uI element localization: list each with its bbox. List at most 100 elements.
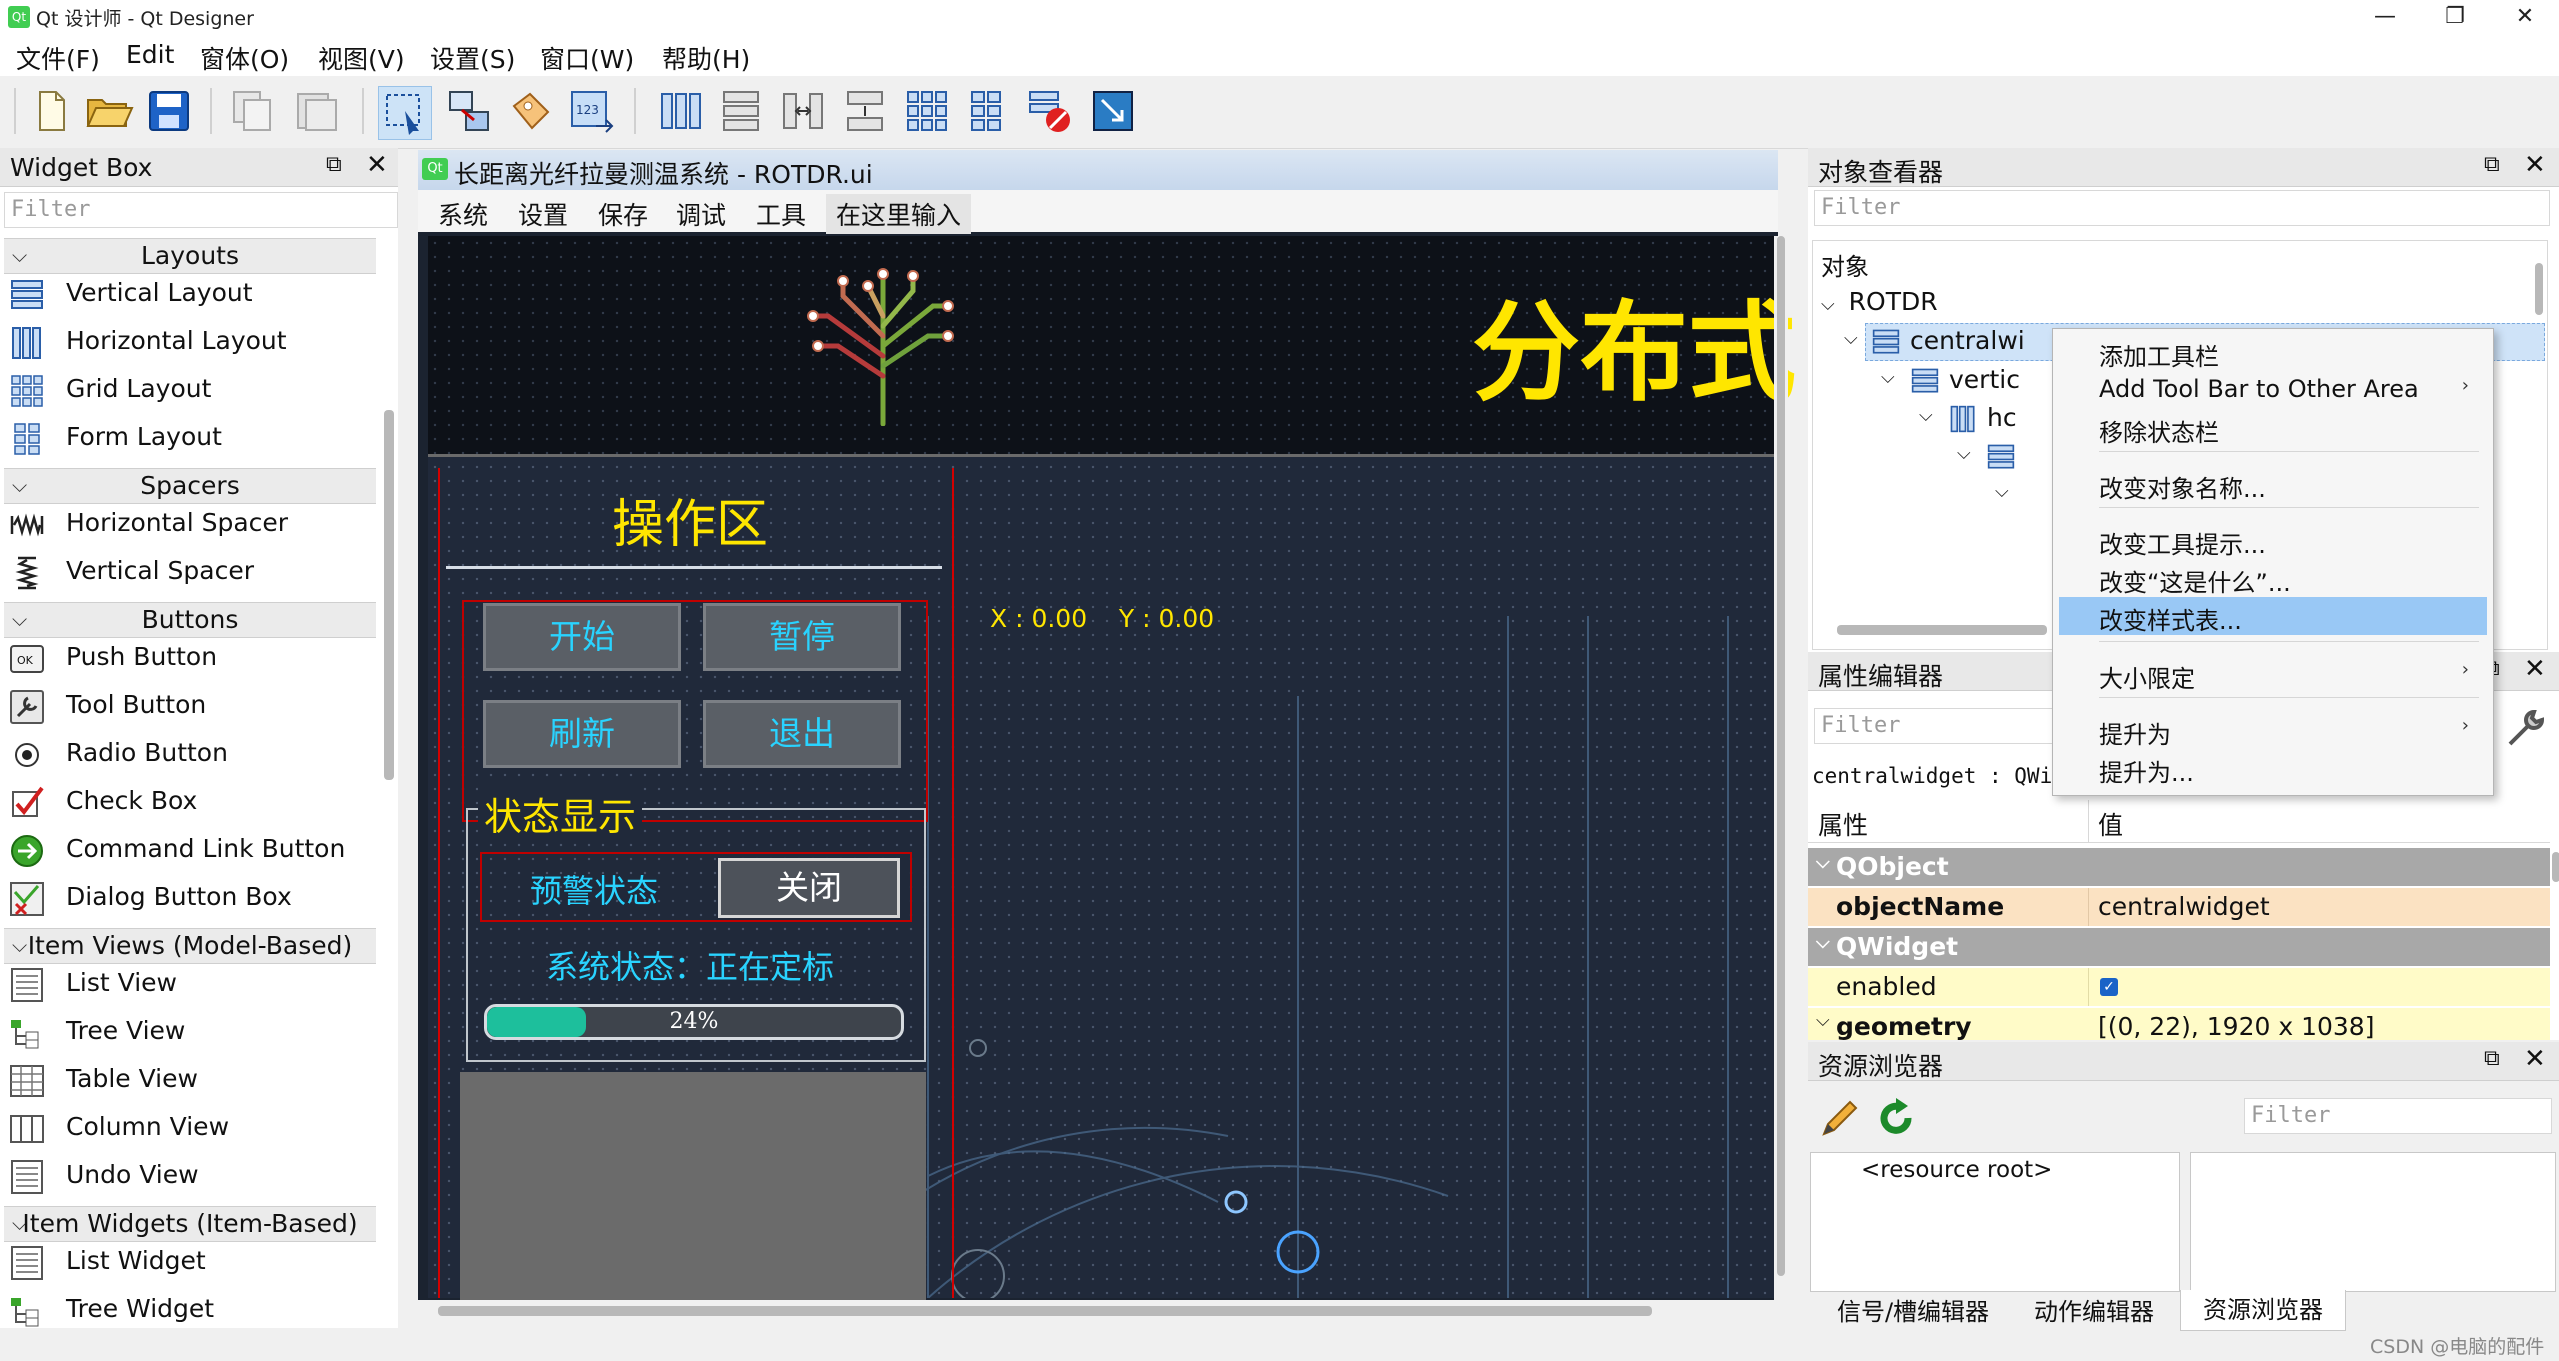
menu-item-promote-to[interactable]: 提升为... bbox=[2053, 749, 2493, 787]
menu-item-change-tooltip[interactable]: 改变工具提示... bbox=[2053, 521, 2493, 559]
menu-item-change-stylesheet[interactable]: 改变样式表... bbox=[2059, 597, 2487, 635]
tab-action-editor[interactable]: 动作编辑器 bbox=[2012, 1292, 2176, 1328]
widget-radio-button[interactable]: Radio Button bbox=[10, 732, 380, 776]
widget-undo-view[interactable]: Undo View bbox=[10, 1154, 380, 1198]
menu-help[interactable]: 帮助(H) bbox=[662, 40, 750, 76]
widget-command-link-button[interactable]: Command Link Button bbox=[10, 828, 380, 872]
menu-item-rename[interactable]: 改变对象名称... bbox=[2053, 465, 2493, 503]
form-menu-debug[interactable]: 调试 bbox=[676, 196, 726, 232]
widget-list-view[interactable]: List View bbox=[10, 962, 380, 1006]
category-spacers[interactable]: ⌵ Spacers bbox=[4, 468, 376, 504]
tree-h-scroll-thumb[interactable] bbox=[1837, 625, 2047, 635]
minimize-icon[interactable]: — bbox=[2350, 0, 2420, 34]
paste-icon[interactable] bbox=[292, 86, 342, 136]
edit-resources-pencil-icon[interactable] bbox=[1818, 1096, 1862, 1140]
form-menu-tools[interactable]: 工具 bbox=[756, 196, 806, 232]
widget-dialog-button-box[interactable]: Dialog Button Box bbox=[10, 876, 380, 920]
widget-vertical-spacer[interactable]: Vertical Spacer bbox=[10, 550, 380, 594]
menu-file[interactable]: 文件(F) bbox=[16, 40, 100, 76]
widget-table-view[interactable]: Table View bbox=[10, 1058, 380, 1102]
save-icon[interactable] bbox=[144, 86, 194, 136]
break-layout-icon[interactable] bbox=[1024, 86, 1074, 136]
layout-h-splitter-icon[interactable] bbox=[778, 86, 828, 136]
layout-horizontal-icon[interactable] bbox=[656, 86, 706, 136]
category-item-views[interactable]: ⌵ Item Views (Model-Based) bbox=[4, 928, 376, 964]
group-qwidget[interactable]: ⌵ QWidget bbox=[1808, 928, 2550, 966]
widget-check-box[interactable]: Check Box bbox=[10, 780, 380, 824]
enabled-checkbox[interactable]: ✓ bbox=[2100, 978, 2118, 996]
close-icon[interactable]: ✕ bbox=[366, 150, 388, 180]
widget-horizontal-spacer[interactable]: Horizontal Spacer bbox=[10, 502, 380, 546]
menu-item-remove-statusbar[interactable]: 移除状态栏 bbox=[2053, 409, 2493, 447]
open-folder-icon[interactable] bbox=[84, 86, 134, 136]
widget-form-layout[interactable]: Form Layout bbox=[10, 416, 380, 460]
widget-tree-view[interactable]: Tree View bbox=[10, 1010, 380, 1054]
property-row-geometry[interactable]: ⌵ geometry [(0, 22), 1920 x 1038] bbox=[1808, 1008, 2550, 1040]
copy-icon[interactable] bbox=[228, 86, 278, 136]
object-filter-input[interactable]: Filter bbox=[1814, 190, 2550, 226]
menu-item-promote-submenu[interactable]: 提升为 › bbox=[2053, 711, 2493, 749]
layout-vertical-icon[interactable] bbox=[716, 86, 766, 136]
category-layouts[interactable]: ⌵ Layouts bbox=[4, 238, 376, 274]
alarm-close-button[interactable]: 关闭 bbox=[718, 858, 900, 918]
close-icon[interactable]: ✕ bbox=[2524, 1044, 2546, 1074]
edit-buddies-icon[interactable] bbox=[506, 86, 556, 136]
tab-resource-browser[interactable]: 资源浏览器 bbox=[2180, 1290, 2346, 1331]
widget-tree-widget[interactable]: Tree Widget bbox=[10, 1288, 380, 1332]
resource-root-item[interactable]: <resource root> bbox=[1861, 1157, 2052, 1183]
category-item-widgets[interactable]: ⌵ Item Widgets (Item-Based) bbox=[4, 1206, 376, 1242]
tree-v-scroll-thumb[interactable] bbox=[2535, 263, 2543, 315]
form-menu-system[interactable]: 系统 bbox=[438, 196, 488, 232]
refresh-button[interactable]: 刷新 bbox=[483, 700, 681, 768]
close-icon[interactable]: ✕ bbox=[2490, 0, 2559, 34]
edit-widgets-icon[interactable] bbox=[378, 86, 432, 140]
close-icon[interactable]: ✕ bbox=[2524, 654, 2546, 684]
form-h-scrollbar[interactable] bbox=[418, 1300, 1778, 1322]
layout-grid-icon[interactable] bbox=[902, 86, 952, 136]
edit-signals-slots-icon[interactable] bbox=[444, 86, 494, 136]
tree-row-rotdr[interactable]: ⌵ ROTDR bbox=[1821, 287, 1938, 325]
pause-button[interactable]: 暂停 bbox=[703, 603, 901, 671]
menu-item-size-constraints[interactable]: 大小限定 › bbox=[2053, 655, 2493, 693]
widget-horizontal-layout[interactable]: Horizontal Layout bbox=[10, 320, 380, 364]
layout-v-splitter-icon[interactable] bbox=[840, 86, 890, 136]
property-row-objectname[interactable]: objectName centralwidget bbox=[1808, 888, 2550, 926]
start-button[interactable]: 开始 bbox=[483, 603, 681, 671]
exit-button[interactable]: 退出 bbox=[703, 700, 901, 768]
resource-filter-input[interactable]: Filter bbox=[2244, 1098, 2552, 1134]
close-icon[interactable]: ✕ bbox=[2524, 150, 2546, 180]
form-h-scroll-thumb[interactable] bbox=[438, 1306, 1652, 1316]
edit-tab-order-icon[interactable]: 123 bbox=[566, 86, 616, 136]
form-menu-type-here[interactable]: 在这里输入 bbox=[826, 194, 972, 234]
widget-tool-button[interactable]: Tool Button bbox=[10, 684, 380, 728]
tab-signal-slot-editor[interactable]: 信号/槽编辑器 bbox=[1818, 1292, 2008, 1328]
group-qobject[interactable]: ⌵ QObject bbox=[1808, 848, 2550, 886]
widget-column-view[interactable]: Column View bbox=[10, 1106, 380, 1150]
float-icon[interactable]: ⧉ bbox=[2484, 1046, 2500, 1071]
menu-item-add-toolbar[interactable]: 添加工具栏 bbox=[2053, 333, 2493, 371]
menu-edit[interactable]: Edit bbox=[126, 40, 174, 69]
menu-item-change-whatsthis[interactable]: 改变“这是什么”... bbox=[2053, 559, 2493, 597]
menu-view[interactable]: 视图(V) bbox=[318, 40, 405, 76]
widget-push-button[interactable]: OK Push Button bbox=[10, 636, 380, 680]
adjust-size-icon[interactable] bbox=[1088, 86, 1138, 136]
widget-list-widget[interactable]: List Widget bbox=[10, 1240, 380, 1284]
property-v-scroll-thumb[interactable] bbox=[2552, 852, 2559, 882]
float-icon[interactable]: ⧉ bbox=[2484, 152, 2500, 177]
menu-settings[interactable]: 设置(S) bbox=[430, 40, 515, 76]
wrench-icon[interactable] bbox=[2504, 706, 2548, 750]
widget-grid-layout[interactable]: Grid Layout bbox=[10, 368, 380, 412]
reload-icon[interactable] bbox=[1874, 1096, 1918, 1140]
widget-filter-input[interactable]: Filter bbox=[4, 192, 398, 228]
form-v-scroll-thumb[interactable] bbox=[1777, 236, 1785, 1276]
form-menu-settings[interactable]: 设置 bbox=[518, 196, 568, 232]
layout-form-icon[interactable] bbox=[962, 86, 1012, 136]
menu-window[interactable]: 窗口(W) bbox=[540, 40, 634, 76]
menu-item-add-toolbar-other-area[interactable]: Add Tool Bar to Other Area › bbox=[2053, 371, 2493, 409]
form-menu-save[interactable]: 保存 bbox=[598, 196, 648, 232]
widget-vertical-layout[interactable]: Vertical Layout bbox=[10, 272, 380, 316]
property-row-enabled[interactable]: enabled ✓ bbox=[1808, 968, 2550, 1006]
float-icon[interactable]: ⧉ bbox=[326, 152, 342, 177]
maximize-icon[interactable]: ❐ bbox=[2420, 0, 2490, 34]
new-file-icon[interactable] bbox=[26, 86, 76, 136]
